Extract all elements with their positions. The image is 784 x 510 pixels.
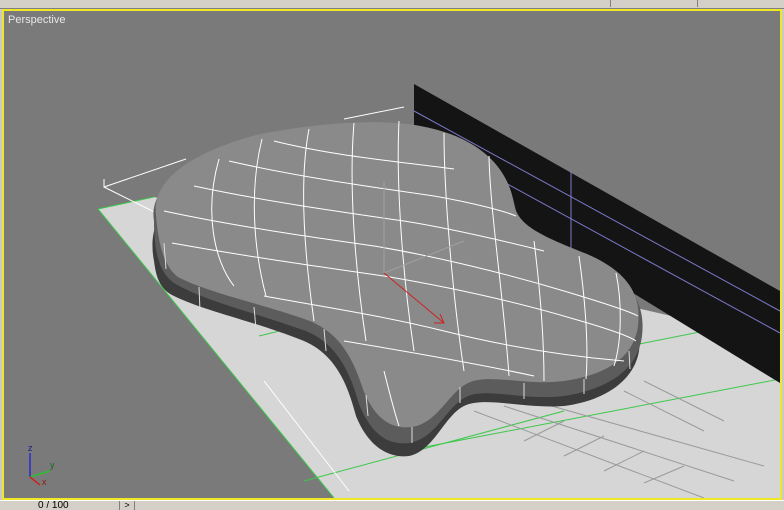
toolbar-divider [610,0,611,7]
axis-tripod: z y x [28,443,55,486]
axis-z-label: z [28,443,33,453]
axis-y-label: y [50,460,55,470]
viewport-scene [97,84,780,498]
viewport-label[interactable]: Perspective [8,14,65,26]
perspective-viewport[interactable]: Perspective z y x [2,9,782,500]
toolbar-divider [697,0,698,7]
toolbar-strip [0,0,784,9]
axis-x-label: x [42,477,47,486]
bounding-box-line [343,106,405,120]
